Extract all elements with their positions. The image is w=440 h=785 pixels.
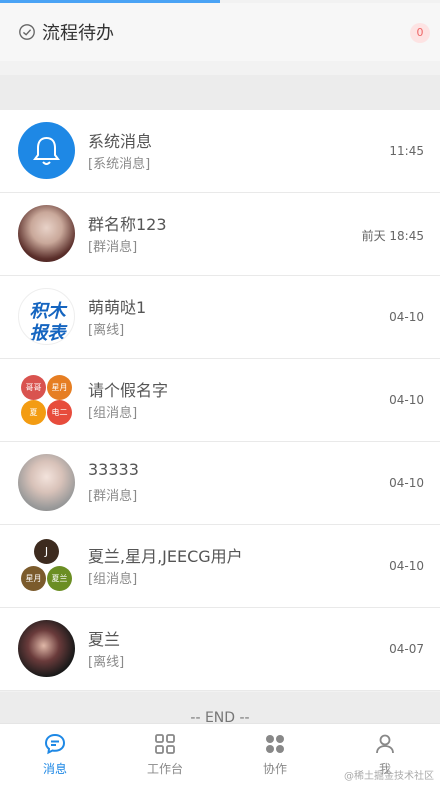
list-item[interactable]: 系统消息 [系统消息] 11:45: [0, 110, 440, 193]
group-tile: J: [34, 539, 59, 564]
process-todo-header[interactable]: 流程待办 0: [0, 3, 440, 61]
apps-icon: [266, 735, 284, 753]
message-name: 群名称123: [88, 215, 167, 234]
message-name: 请个假名字: [88, 381, 169, 400]
avatar: 积木 报表: [18, 288, 75, 345]
tab-messages[interactable]: 消息: [0, 724, 110, 785]
avatar: [18, 620, 75, 677]
group-tile: 电二: [47, 400, 72, 425]
message-type: [群消息]: [88, 240, 138, 255]
list-item[interactable]: 积木 报表 萌萌哒1 [离线] 04-10: [0, 276, 440, 359]
message-type: [组消息]: [88, 572, 138, 587]
message-type: [群消息]: [88, 489, 138, 504]
avatar: J 星月 夏兰: [18, 537, 75, 594]
tab-label: 工作台: [146, 762, 183, 776]
group-tile: 夏兰: [47, 566, 72, 591]
tab-label: 消息: [42, 762, 67, 776]
avatar: [18, 122, 75, 179]
logo-text-bottom: 报表: [29, 323, 66, 344]
list-item[interactable]: 群名称123 [群消息] 前天 18:45: [0, 193, 440, 276]
list-item[interactable]: 夏兰 [离线] 04-07: [0, 608, 440, 691]
group-tile: 哥哥: [21, 375, 46, 400]
message-name: 夏兰: [88, 630, 121, 649]
message-time: 04-10: [389, 476, 424, 490]
message-time: 04-07: [389, 642, 424, 656]
avatar: 哥哥 星月 夏 电二: [18, 371, 75, 428]
grid-icon: [155, 734, 175, 754]
bell-icon: [33, 136, 60, 165]
message-time: 04-10: [389, 559, 424, 573]
page-title: 流程待办: [42, 23, 114, 44]
avatar: [18, 454, 75, 511]
message-type: [系统消息]: [88, 157, 151, 172]
group-tile: 星月: [21, 566, 46, 591]
list-item[interactable]: 哥哥 星月 夏 电二 请个假名字 [组消息] 04-10: [0, 359, 440, 442]
message-type: [离线]: [88, 655, 125, 670]
user-icon: [376, 734, 394, 754]
message-name: 33333: [88, 460, 139, 479]
tab-collaboration[interactable]: 协作: [220, 724, 330, 785]
message-name: 系统消息: [88, 132, 153, 151]
group-tile: 夏: [21, 400, 46, 425]
check-circle-icon: [19, 24, 35, 40]
message-name: 夏兰,星月,JEECG用户: [88, 547, 243, 566]
list-item[interactable]: 33333 [群消息] 04-10: [0, 442, 440, 525]
section-divider: [0, 75, 440, 110]
message-time: 前天 18:45: [361, 229, 424, 243]
chat-icon: [44, 733, 66, 755]
message-type: [组消息]: [88, 406, 138, 421]
avatar: [18, 205, 75, 262]
tab-label: 协作: [262, 762, 287, 776]
message-time: 11:45: [389, 144, 424, 158]
watermark: @稀土掘金技术社区: [344, 771, 434, 782]
group-tile: 星月: [47, 375, 72, 400]
message-type: [离线]: [88, 323, 125, 338]
message-name: 萌萌哒1: [88, 298, 147, 317]
message-list: 系统消息 [系统消息] 11:45 群名称123 [群消息] 前天 18:45 …: [0, 110, 440, 691]
message-time: 04-10: [389, 393, 424, 407]
todo-count-badge: 0: [410, 23, 430, 43]
list-end-marker: -- END --: [0, 692, 440, 726]
list-item[interactable]: J 星月 夏兰 夏兰,星月,JEECG用户 [组消息] 04-10: [0, 525, 440, 608]
message-time: 04-10: [389, 310, 424, 324]
tab-workbench[interactable]: 工作台: [110, 724, 220, 785]
